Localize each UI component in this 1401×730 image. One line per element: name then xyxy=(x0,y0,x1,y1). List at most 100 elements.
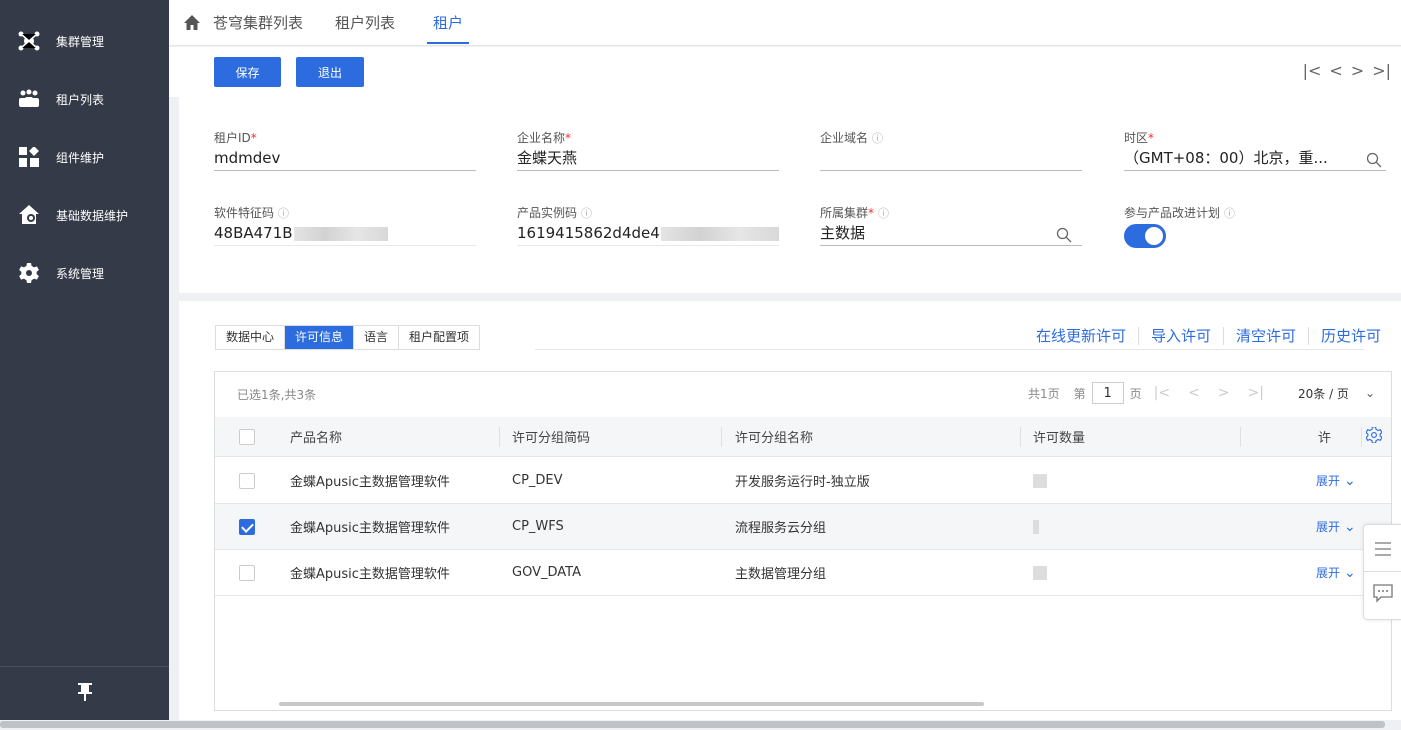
field-label: 企业域名 xyxy=(820,131,869,145)
last-page-button[interactable]: >| xyxy=(1248,385,1264,401)
prev-page-button[interactable]: < xyxy=(1188,385,1200,401)
tab-tenant-config[interactable]: 租户配置项 xyxy=(399,326,479,349)
tab-data-center[interactable]: 数据中心 xyxy=(216,326,286,349)
save-button[interactable]: 保存 xyxy=(214,57,281,87)
row-checkbox[interactable] xyxy=(239,472,255,489)
field-label: 租户ID xyxy=(214,131,251,145)
column-header[interactable]: 产品名称 xyxy=(290,417,342,456)
improvement-plan-toggle[interactable] xyxy=(1124,224,1166,248)
sidebar-item-label: 系统管理 xyxy=(56,266,105,281)
chat-icon[interactable] xyxy=(1372,583,1394,607)
tab-tenant[interactable]: 租户 xyxy=(427,0,470,46)
tab-language[interactable]: 语言 xyxy=(354,326,400,349)
breadcrumb-nav: 苍穹集群列表 租户列表 租户 xyxy=(169,0,1401,46)
chevron-down-icon[interactable]: ⌄ xyxy=(1365,386,1375,400)
menu-icon[interactable] xyxy=(1374,541,1392,561)
next-page-button[interactable]: > xyxy=(1218,385,1230,401)
last-record-button[interactable]: >| xyxy=(1372,61,1391,80)
required-mark: * xyxy=(868,206,875,220)
prev-record-button[interactable]: < xyxy=(1329,61,1342,80)
redacted-quantity xyxy=(1033,473,1047,488)
software-code-value: 48BA471B xyxy=(214,220,476,246)
sidebar-item-cluster[interactable]: 集群管理 xyxy=(0,12,169,70)
column-settings-button[interactable] xyxy=(1365,417,1383,456)
chevron-down-icon: ⌄ xyxy=(1344,518,1356,535)
page-size-select[interactable]: 20条 / 页 xyxy=(1298,385,1349,402)
product-name-cell: 金蝶Apusic主数据管理软件 xyxy=(290,567,450,582)
cluster-icon xyxy=(18,30,40,52)
info-icon: ⓘ xyxy=(872,132,884,145)
company-name-field[interactable]: 企业名称* 金蝶天燕 xyxy=(517,129,779,171)
gear-icon xyxy=(1365,425,1383,447)
required-mark: * xyxy=(1148,131,1155,145)
redacted-block xyxy=(293,226,388,241)
clear-license-link[interactable]: 清空许可 xyxy=(1236,325,1296,346)
sidebar-item-tenants[interactable]: 租户列表 xyxy=(0,70,169,128)
page-prefix: 第 xyxy=(1073,386,1086,401)
exit-button[interactable]: 退出 xyxy=(296,57,364,87)
field-label: 软件特征码 xyxy=(214,206,275,220)
online-update-license-link[interactable]: 在线更新许可 xyxy=(1036,325,1126,346)
select-all-checkbox[interactable] xyxy=(239,428,255,445)
table-row[interactable]: 金蝶Apusic主数据管理软件 CP_DEV 开发服务运行时-独立版 展开 ⌄ xyxy=(215,458,1391,504)
divider xyxy=(1137,326,1139,345)
license-history-link[interactable]: 历史许可 xyxy=(1321,325,1381,346)
tab-cluster-list[interactable]: 苍穹集群列表 xyxy=(213,0,325,46)
timezone-input[interactable]: （GMT+08：00）北京，重... xyxy=(1124,145,1386,171)
tab-license-info[interactable]: 许可信息 xyxy=(285,326,355,349)
users-icon xyxy=(18,88,40,110)
pin-button[interactable] xyxy=(0,666,169,720)
cluster-field[interactable]: 所属集群* ⓘ 主数据 xyxy=(820,204,1082,246)
next-record-button[interactable]: > xyxy=(1351,61,1364,80)
group-name-cell: 流程服务云分组 xyxy=(735,521,827,536)
tenant-id-input[interactable]: mdmdev xyxy=(214,145,476,171)
column-header[interactable]: 许可分组名称 xyxy=(735,417,813,456)
field-label: 时区 xyxy=(1124,131,1149,145)
horizontal-scrollbar[interactable] xyxy=(279,702,984,706)
field-label: 企业名称 xyxy=(517,131,566,145)
column-header[interactable]: 许可数量 xyxy=(1033,417,1085,456)
column-divider xyxy=(1020,427,1021,447)
table-row[interactable]: 金蝶Apusic主数据管理软件 GOV_DATA 主数据管理分组 展开 ⌄ xyxy=(215,550,1391,596)
sidebar-item-label: 集群管理 xyxy=(56,34,105,49)
sidebar-item-base-data[interactable]: 基础数据维护 xyxy=(0,186,169,244)
column-header[interactable]: 许 xyxy=(1318,417,1331,456)
import-license-link[interactable]: 导入许可 xyxy=(1151,325,1211,346)
page-input[interactable]: 1 xyxy=(1091,382,1124,404)
sidebar: 集群管理 租户列表 组件维护 基础数据维护 系统管理 xyxy=(0,0,169,720)
floating-toolbar xyxy=(1363,524,1401,620)
info-icon: ⓘ xyxy=(1224,207,1236,220)
search-icon[interactable] xyxy=(1366,150,1382,170)
tab-tenant-list[interactable]: 租户列表 xyxy=(335,0,417,46)
sidebar-item-label: 基础数据维护 xyxy=(56,208,129,223)
first-record-button[interactable]: |< xyxy=(1303,61,1322,80)
divider xyxy=(1222,326,1224,345)
sidebar-item-system[interactable]: 系统管理 xyxy=(0,244,169,302)
components-icon xyxy=(18,146,40,168)
expand-button[interactable]: 展开 ⌄ xyxy=(1316,458,1356,503)
improvement-plan-field: 参与产品改进计划 ⓘ xyxy=(1124,204,1386,248)
home-icon[interactable] xyxy=(183,14,201,32)
column-header[interactable]: 许可分组简码 xyxy=(512,417,590,456)
company-domain-input[interactable] xyxy=(820,145,1082,171)
column-divider xyxy=(1361,427,1362,447)
expand-button[interactable]: 展开 ⌄ xyxy=(1316,504,1356,549)
search-icon[interactable] xyxy=(1056,225,1072,245)
product-instance-field: 产品实例码 ⓘ 1619415862d4de4 xyxy=(517,204,779,246)
expand-button[interactable]: 展开 ⌄ xyxy=(1316,550,1356,595)
timezone-field[interactable]: 时区* （GMT+08：00）北京，重... xyxy=(1124,129,1386,171)
cluster-input[interactable]: 主数据 xyxy=(820,220,1082,246)
tenant-id-field[interactable]: 租户ID* mdmdev xyxy=(214,129,476,171)
table-row[interactable]: 金蝶Apusic主数据管理软件 CP_WFS 流程服务云分组 展开 ⌄ xyxy=(215,504,1391,550)
tenant-form: 租户ID* mdmdev 企业名称* 金蝶天燕 企业域名 ⓘ 时区* （GMT+0… xyxy=(179,97,1401,293)
first-page-button[interactable]: |< xyxy=(1154,385,1170,401)
company-name-input[interactable]: 金蝶天燕 xyxy=(517,145,779,171)
column-divider xyxy=(721,427,722,447)
row-checkbox[interactable] xyxy=(239,564,255,581)
page-scrollbar[interactable] xyxy=(0,721,1385,728)
pin-icon xyxy=(77,682,92,705)
company-domain-field[interactable]: 企业域名 ⓘ xyxy=(820,129,1082,171)
sidebar-item-components[interactable]: 组件维护 xyxy=(0,128,169,186)
page-suffix: 页 xyxy=(1129,386,1142,401)
row-checkbox[interactable] xyxy=(239,518,255,535)
